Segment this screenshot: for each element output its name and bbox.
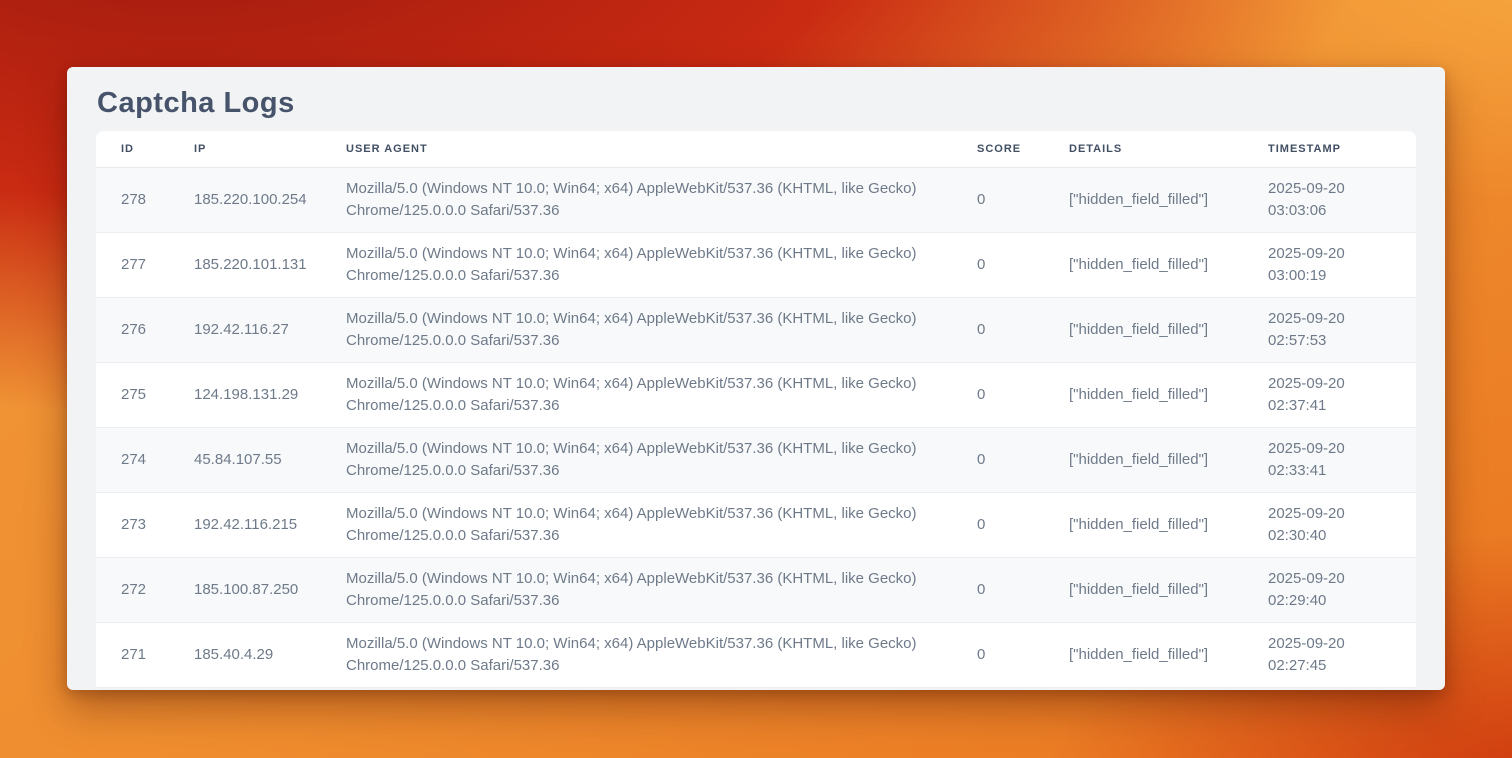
cell-id: 274 <box>96 427 194 492</box>
cell-timestamp: 2025-09-20 02:27:45 <box>1268 622 1416 687</box>
cell-user-agent: Mozilla/5.0 (Windows NT 10.0; Win64; x64… <box>346 232 977 297</box>
table-header: ID IP USER AGENT SCORE DETAILS TIMESTAMP <box>96 131 1416 167</box>
cell-details: ["hidden_field_filled"] <box>1069 622 1268 687</box>
cell-ip: 185.100.87.250 <box>194 557 346 622</box>
column-header-user-agent: USER AGENT <box>346 131 977 167</box>
cell-ip: 185.220.101.131 <box>194 232 346 297</box>
cell-user-agent: Mozilla/5.0 (Windows NT 10.0; Win64; x64… <box>346 167 977 232</box>
cell-score: 0 <box>977 297 1069 362</box>
cell-user-agent: Mozilla/5.0 (Windows NT 10.0; Win64; x64… <box>346 362 977 427</box>
cell-id: 272 <box>96 557 194 622</box>
table-row: 278 185.220.100.254 Mozilla/5.0 (Windows… <box>96 167 1416 232</box>
cell-ip: 185.220.100.254 <box>194 167 346 232</box>
table-row: 271 185.40.4.29 Mozilla/5.0 (Windows NT … <box>96 622 1416 687</box>
cell-ip: 192.42.116.27 <box>194 297 346 362</box>
column-header-score: SCORE <box>977 131 1069 167</box>
cell-score: 0 <box>977 427 1069 492</box>
cell-id: 277 <box>96 232 194 297</box>
captcha-logs-card: Captcha Logs ID IP USER AGENT SCORE DETA… <box>67 67 1445 690</box>
table-body: 278 185.220.100.254 Mozilla/5.0 (Windows… <box>96 167 1416 687</box>
cell-timestamp: 2025-09-20 03:00:19 <box>1268 232 1416 297</box>
cell-id: 273 <box>96 492 194 557</box>
cell-score: 0 <box>977 362 1069 427</box>
cell-id: 276 <box>96 297 194 362</box>
cell-ip: 45.84.107.55 <box>194 427 346 492</box>
cell-details: ["hidden_field_filled"] <box>1069 557 1268 622</box>
column-header-details: DETAILS <box>1069 131 1268 167</box>
table-row: 275 124.198.131.29 Mozilla/5.0 (Windows … <box>96 362 1416 427</box>
cell-user-agent: Mozilla/5.0 (Windows NT 10.0; Win64; x64… <box>346 622 977 687</box>
cell-user-agent: Mozilla/5.0 (Windows NT 10.0; Win64; x64… <box>346 297 977 362</box>
cell-id: 275 <box>96 362 194 427</box>
cell-score: 0 <box>977 492 1069 557</box>
cell-user-agent: Mozilla/5.0 (Windows NT 10.0; Win64; x64… <box>346 492 977 557</box>
column-header-ip: IP <box>194 131 346 167</box>
cell-timestamp: 2025-09-20 02:37:41 <box>1268 362 1416 427</box>
cell-timestamp: 2025-09-20 02:33:41 <box>1268 427 1416 492</box>
cell-timestamp: 2025-09-20 02:29:40 <box>1268 557 1416 622</box>
cell-user-agent: Mozilla/5.0 (Windows NT 10.0; Win64; x64… <box>346 557 977 622</box>
captcha-logs-table: ID IP USER AGENT SCORE DETAILS TIMESTAMP… <box>96 131 1416 688</box>
cell-score: 0 <box>977 622 1069 687</box>
cell-timestamp: 2025-09-20 03:03:06 <box>1268 167 1416 232</box>
page-background: { "page": { "title": "Captcha Logs" }, "… <box>0 0 1512 758</box>
cell-ip: 124.198.131.29 <box>194 362 346 427</box>
page-title: Captcha Logs <box>96 67 1416 131</box>
column-header-id: ID <box>96 131 194 167</box>
cell-details: ["hidden_field_filled"] <box>1069 167 1268 232</box>
cell-user-agent: Mozilla/5.0 (Windows NT 10.0; Win64; x64… <box>346 427 977 492</box>
cell-timestamp: 2025-09-20 02:57:53 <box>1268 297 1416 362</box>
cell-details: ["hidden_field_filled"] <box>1069 427 1268 492</box>
table-row: 277 185.220.101.131 Mozilla/5.0 (Windows… <box>96 232 1416 297</box>
table-row: 272 185.100.87.250 Mozilla/5.0 (Windows … <box>96 557 1416 622</box>
table-row: 273 192.42.116.215 Mozilla/5.0 (Windows … <box>96 492 1416 557</box>
column-header-timestamp: TIMESTAMP <box>1268 131 1416 167</box>
cell-details: ["hidden_field_filled"] <box>1069 362 1268 427</box>
cell-ip: 185.40.4.29 <box>194 622 346 687</box>
table-row: 276 192.42.116.27 Mozilla/5.0 (Windows N… <box>96 297 1416 362</box>
cell-score: 0 <box>977 167 1069 232</box>
cell-score: 0 <box>977 557 1069 622</box>
cell-id: 278 <box>96 167 194 232</box>
cell-details: ["hidden_field_filled"] <box>1069 297 1268 362</box>
cell-id: 271 <box>96 622 194 687</box>
table-header-row: ID IP USER AGENT SCORE DETAILS TIMESTAMP <box>96 131 1416 167</box>
cell-details: ["hidden_field_filled"] <box>1069 232 1268 297</box>
cell-details: ["hidden_field_filled"] <box>1069 492 1268 557</box>
cell-score: 0 <box>977 232 1069 297</box>
cell-timestamp: 2025-09-20 02:30:40 <box>1268 492 1416 557</box>
table-row: 274 45.84.107.55 Mozilla/5.0 (Windows NT… <box>96 427 1416 492</box>
cell-ip: 192.42.116.215 <box>194 492 346 557</box>
